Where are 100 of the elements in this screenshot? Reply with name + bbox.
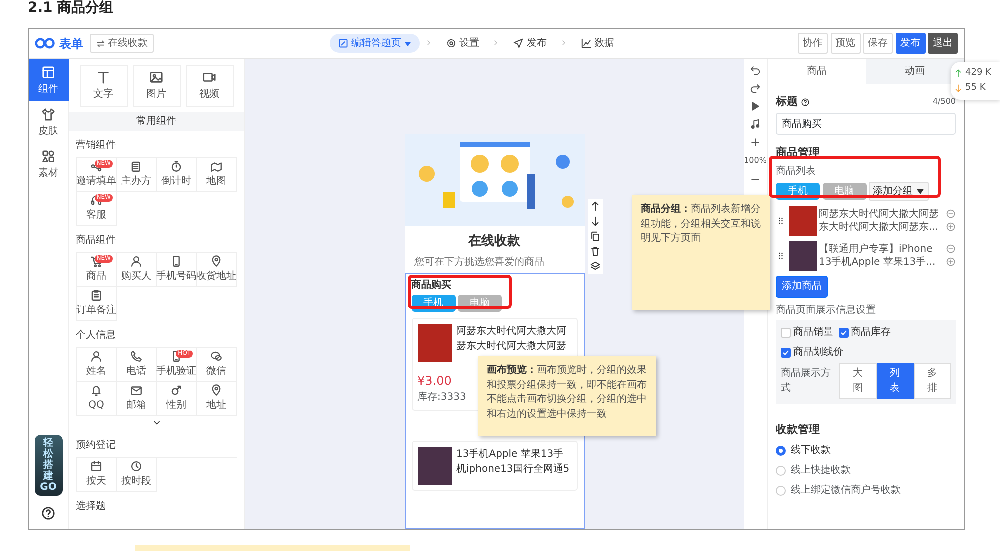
component-tile[interactable]: 邮箱 [117, 382, 157, 416]
display-mode-option[interactable]: 大图 [839, 362, 877, 398]
component-tile[interactable]: 按天 [77, 458, 117, 492]
remove-icon[interactable] [946, 244, 956, 254]
copy-icon[interactable] [590, 231, 600, 242]
component-tile[interactable]: 性别 [157, 382, 197, 416]
add-icon[interactable] [946, 222, 956, 232]
send-icon [513, 38, 524, 49]
component-tile[interactable]: 文字 [80, 65, 128, 107]
edit-icon [338, 38, 349, 49]
add-icon[interactable] [946, 256, 956, 267]
component-tile[interactable]: 订单备注 [77, 287, 117, 321]
component-tile[interactable]: 图片 [132, 65, 180, 107]
radio-button[interactable] [776, 466, 786, 476]
section-header: 常用组件 [69, 112, 244, 131]
toolbar-button[interactable]: 退出 [928, 33, 958, 54]
settings-icon [446, 38, 457, 49]
component-tile[interactable]: 按时段 [117, 458, 157, 492]
product-name: 【联通用户专享】iPhone 13手机Apple 苹果13手... [819, 242, 937, 268]
component-tile[interactable]: 主办方 [117, 158, 157, 192]
sidebar-tab[interactable]: 素材 [29, 143, 68, 185]
map-icon [210, 160, 223, 173]
drag-handle-icon[interactable] [776, 216, 786, 226]
component-tile[interactable]: 电话 [117, 348, 157, 382]
add-product-button[interactable]: 添加商品 [776, 276, 828, 298]
promo-banner[interactable]: 轻松搭建 GO [34, 435, 62, 496]
check-icon [782, 348, 790, 356]
help-icon [800, 98, 810, 107]
form-subtitle: 您可在下方挑选您喜爱的商品 [414, 256, 546, 270]
tile-label: 图片 [146, 88, 166, 102]
component-tile[interactable]: 姓名 [77, 348, 117, 382]
field-label: 标题 [776, 94, 798, 110]
list-label: 商品列表 [776, 164, 817, 179]
component-tile[interactable]: 倒计时 [157, 158, 197, 192]
tile-label: 订单备注 [76, 304, 116, 318]
help-icon[interactable] [41, 506, 56, 521]
tile-label: 收货地址 [196, 270, 236, 284]
promo-go: GO [39, 482, 58, 493]
upload-speed: 429 K [966, 67, 992, 80]
component-tile[interactable]: 购买人 [117, 253, 157, 287]
component-tile[interactable]: 微信 [197, 348, 237, 382]
undo-icon[interactable] [750, 65, 761, 76]
delete-icon[interactable] [590, 246, 600, 257]
phone-icon [170, 255, 183, 268]
sidebar-tab[interactable]: 皮肤 [29, 101, 68, 143]
checkbox[interactable] [781, 348, 791, 358]
display-mode-option[interactable]: 多排 [914, 362, 951, 398]
step-tab[interactable]: 数据 [572, 34, 622, 53]
tile-label: 地图 [206, 174, 226, 189]
logo-icon [35, 37, 57, 50]
display-mode-option[interactable]: 列表 [876, 362, 914, 398]
component-tile[interactable]: QQ [77, 382, 117, 416]
mode-label: 商品展示方式 [781, 366, 832, 396]
radio-button[interactable] [776, 486, 786, 496]
music-note-icon[interactable] [750, 119, 761, 130]
group-title: 选择题 [76, 500, 107, 514]
layers-icon[interactable] [590, 261, 600, 272]
envelope-icon [130, 384, 143, 397]
product-stock: 库存:3333 [418, 390, 466, 405]
shapes-icon [41, 149, 56, 164]
caret-icon [916, 186, 925, 196]
checkbox[interactable] [781, 328, 791, 338]
chart-icon [580, 38, 592, 49]
component-tile[interactable]: 地址 [197, 382, 237, 416]
component-tile[interactable]: 地图 [197, 158, 237, 192]
radio-button[interactable] [776, 446, 786, 456]
zoom-level: 100% [744, 155, 767, 167]
component-tile[interactable]: 收货地址 [197, 253, 237, 287]
toolbar-button[interactable]: 预览 [830, 33, 860, 54]
letter-t-icon [96, 70, 111, 85]
phone-handset-icon [130, 350, 143, 363]
document-icon [130, 160, 143, 173]
tile-label: 商品 [86, 270, 106, 284]
toolbar-button[interactable]: 保存 [863, 33, 893, 54]
calendar-icon [90, 460, 103, 473]
section-title: 收款管理 [776, 422, 821, 438]
tile-label: 手机验证 [156, 364, 196, 379]
component-tile[interactable]: 手机号码 [157, 253, 197, 287]
stopwatch-icon [170, 160, 183, 173]
sidebar-tab[interactable]: 组件 [29, 59, 68, 101]
step-tab[interactable]: 设置 [438, 34, 488, 53]
zoom-in-icon[interactable] [750, 137, 761, 148]
play-icon[interactable] [750, 101, 761, 112]
drag-handle-icon[interactable] [776, 250, 786, 260]
form-name-button[interactable]: 在线收款 [90, 34, 154, 53]
step-tab[interactable]: 发布 [505, 34, 555, 53]
step-tab[interactable]: 编辑答题页 [330, 34, 420, 53]
tile-label: 地址 [206, 398, 226, 413]
remove-icon[interactable] [946, 209, 956, 220]
tile-label: QQ [88, 399, 104, 413]
panel-tab[interactable]: 动画 [866, 59, 964, 84]
toolbar-button[interactable]: 协作 [798, 33, 828, 54]
title-input[interactable]: 商品购买 [776, 113, 956, 135]
redo-icon[interactable] [750, 83, 761, 94]
radio-label: 线上快捷收款 [791, 464, 851, 478]
tile-label: 主办方 [122, 174, 152, 189]
component-tile[interactable]: 视频 [186, 65, 234, 107]
toolbar-button[interactable]: 发布 [896, 33, 926, 54]
checkbox[interactable] [838, 328, 848, 338]
download-speed: 55 K [966, 82, 986, 95]
